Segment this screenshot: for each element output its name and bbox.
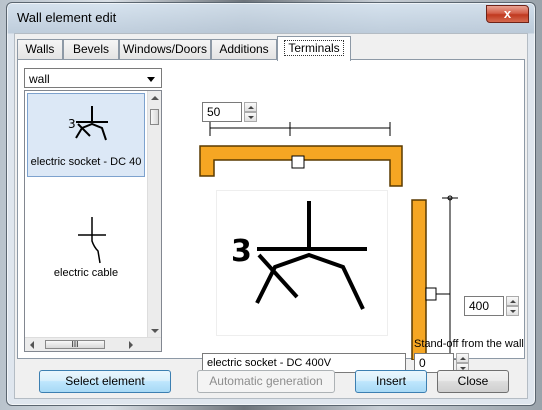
electric-socket-icon: 3 <box>68 106 108 141</box>
spacing-input[interactable]: 50 <box>202 102 242 122</box>
electric-cable-icon <box>78 217 106 264</box>
dialog-client-area: Walls Bevels Windows/Doors Additions Ter… <box>14 33 528 399</box>
list-item[interactable]: 3 electric socket - DC 40 <box>27 93 145 177</box>
scroll-left-icon[interactable] <box>30 341 34 349</box>
scrollbar-thumb[interactable] <box>150 109 159 125</box>
insert-button[interactable]: Insert <box>355 370 427 393</box>
dialog-window: Wall element edit x Walls Bevels Windows… <box>6 2 536 406</box>
wall-handle[interactable] <box>291 155 305 169</box>
tab-terminals-label: Terminals <box>284 40 344 56</box>
scroll-down-icon[interactable] <box>151 329 159 333</box>
standoff-increment-button[interactable] <box>456 353 469 363</box>
tab-walls[interactable]: Walls <box>17 39 63 60</box>
svg-text:3: 3 <box>231 234 252 269</box>
window-title: Wall element edit <box>17 10 117 25</box>
chevron-down-icon <box>147 77 155 82</box>
list-item[interactable]: electric cable <box>27 205 145 285</box>
window-close-button[interactable]: x <box>486 5 529 23</box>
electric-socket-icon: 3 <box>231 201 367 310</box>
list-horizontal-scrollbar[interactable]: III <box>25 337 161 351</box>
select-element-button[interactable]: Select element <box>39 370 171 393</box>
height-stepper[interactable]: 400 <box>464 296 520 316</box>
standoff-label: Stand-off from the wall <box>414 338 524 350</box>
list-item-label: electric cable <box>53 267 119 279</box>
list-item-label: electric socket - DC 40 <box>30 156 142 168</box>
spacing-stepper[interactable]: 50 <box>202 102 258 122</box>
scroll-up-icon[interactable] <box>151 96 159 100</box>
wall-right[interactable] <box>411 199 427 360</box>
automatic-generation-button[interactable]: Automatic generation <box>197 370 335 393</box>
height-increment-button[interactable] <box>506 296 519 306</box>
close-button[interactable]: Close <box>437 370 509 393</box>
terminal-handle[interactable] <box>425 287 437 301</box>
scroll-right-icon[interactable] <box>129 341 133 349</box>
title-bar[interactable]: Wall element edit x <box>7 3 535 31</box>
element-list[interactable]: 3 electric socket - DC 40 electric cable <box>24 90 162 352</box>
tab-additions[interactable]: Additions <box>211 39 277 60</box>
terminals-panel: wall 3 electric socket - DC 40 electric … <box>17 59 525 373</box>
spacing-increment-button[interactable] <box>244 102 257 112</box>
element-type-dropdown[interactable]: wall <box>24 68 162 88</box>
element-preview: 3 <box>216 190 388 336</box>
element-type-value: wall <box>29 72 50 86</box>
list-vertical-scrollbar[interactable] <box>147 91 161 339</box>
height-decrement-button[interactable] <box>506 306 519 316</box>
tab-windows-doors[interactable]: Windows/Doors <box>119 39 211 60</box>
scrollbar-thumb[interactable]: III <box>45 340 105 349</box>
tab-bevels[interactable]: Bevels <box>63 39 119 60</box>
height-input[interactable]: 400 <box>464 296 504 316</box>
svg-text:3: 3 <box>68 117 76 131</box>
tab-terminals[interactable]: Terminals <box>277 36 351 61</box>
